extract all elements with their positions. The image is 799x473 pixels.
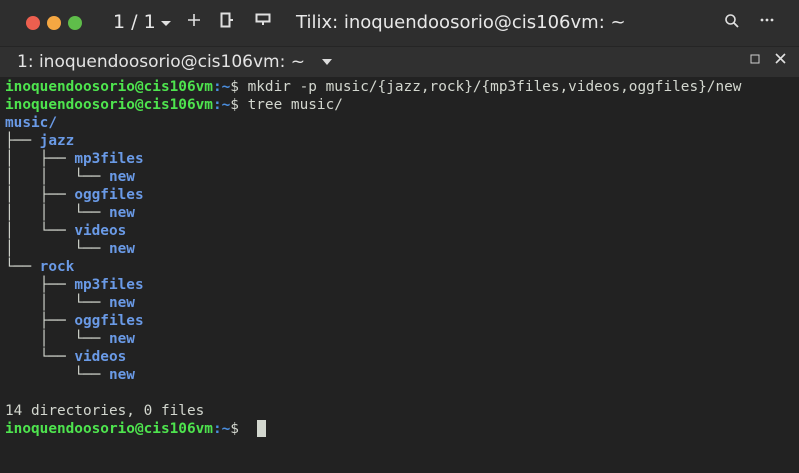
- prompt-user: inoquendoosorio@cis106vm: [5, 421, 213, 437]
- command-line: inoquendoosorio@cis106vm:~$ tree music/: [5, 96, 343, 114]
- directory-name: new: [108, 205, 135, 221]
- tree-prefix: │ └──: [5, 241, 109, 257]
- tree-line: └── new: [5, 366, 135, 384]
- window-title: Tilix: inoquendoosorio@cis106vm: ~: [296, 12, 626, 33]
- command-text: $ mkdir -p music/{jazz,rock}/{mp3files,v…: [230, 79, 742, 95]
- directory-name: oggfiles: [74, 313, 144, 329]
- tree-line: │ ├── mp3files: [5, 150, 144, 168]
- tree-line: ├── oggfiles: [5, 312, 144, 330]
- directory-name: music/: [5, 115, 57, 131]
- tree-line: └── rock: [5, 258, 74, 276]
- chevron-down-icon[interactable]: [322, 59, 332, 65]
- close-icon[interactable]: [775, 53, 786, 67]
- prompt-path: :~: [212, 421, 231, 437]
- directory-name: new: [108, 169, 135, 185]
- tree-prefix: │ └──: [5, 223, 75, 239]
- directory-name: oggfiles: [74, 187, 144, 203]
- directory-name: new: [108, 241, 135, 257]
- tree-prefix: ├──: [5, 313, 75, 329]
- tree-line: │ └── new: [5, 330, 135, 348]
- prompt-path: :~: [212, 97, 231, 113]
- prompt-user: inoquendoosorio@cis106vm: [5, 97, 213, 113]
- tree-prefix: ├──: [5, 133, 40, 149]
- tree-summary: 14 directories, 0 files: [5, 403, 205, 419]
- prompt-symbol: $: [230, 421, 239, 437]
- minimize-window-button[interactable]: [47, 16, 61, 30]
- text-cursor: [257, 420, 266, 437]
- plus-icon[interactable]: [187, 12, 201, 32]
- prompt-path: :~: [212, 79, 231, 95]
- tree-prefix: │ ├──: [5, 187, 75, 203]
- tree-prefix: │ └──: [5, 295, 109, 311]
- tree-prefix: │ ├──: [5, 151, 75, 167]
- tree-line: │ │ └── new: [5, 168, 135, 186]
- close-window-button[interactable]: [26, 16, 40, 30]
- chevron-down-icon[interactable]: [160, 14, 172, 34]
- maximize-window-button[interactable]: [68, 16, 82, 30]
- tree-prefix: ├──: [5, 277, 75, 293]
- maximize-icon[interactable]: [750, 53, 760, 67]
- command-line: inoquendoosorio@cis106vm:~$ mkdir -p mus…: [5, 78, 741, 96]
- tree-prefix: │ │ └──: [5, 205, 109, 221]
- tree-prefix: └──: [5, 367, 109, 383]
- tree-line: ├── jazz: [5, 132, 74, 150]
- active-prompt[interactable]: inoquendoosorio@cis106vm:~$: [5, 420, 239, 438]
- directory-name: videos: [74, 349, 127, 365]
- search-icon[interactable]: [724, 13, 740, 34]
- tree-prefix: └──: [5, 259, 40, 275]
- split-right-icon[interactable]: [220, 12, 234, 33]
- directory-name: videos: [74, 223, 127, 239]
- tree-line: │ └── new: [5, 294, 135, 312]
- more-icon[interactable]: [759, 12, 775, 33]
- tree-line: music/: [5, 114, 57, 132]
- tree-line: │ └── new: [5, 240, 135, 258]
- directory-name: jazz: [39, 133, 75, 149]
- tree-line: │ ├── oggfiles: [5, 186, 144, 204]
- tree-line: │ │ └── new: [5, 204, 135, 222]
- tree-line: └── videos: [5, 348, 127, 366]
- terminal-tab-title[interactable]: 1: inoquendoosorio@cis106vm: ~: [17, 52, 305, 72]
- session-counter[interactable]: 1 / 1: [113, 11, 156, 33]
- command-text: $ tree music/: [230, 97, 343, 113]
- terminal-tab-bar: 1: inoquendoosorio@cis106vm: ~: [0, 46, 799, 77]
- prompt-user: inoquendoosorio@cis106vm: [5, 79, 213, 95]
- directory-name: mp3files: [74, 151, 144, 167]
- tree-line: ├── mp3files: [5, 276, 144, 294]
- directory-name: new: [108, 367, 135, 383]
- title-bar: 1 / 1 Tilix: inoquendoosorio@cis106vm: ~: [0, 0, 799, 46]
- tree-prefix: │ └──: [5, 331, 109, 347]
- tree-prefix: │ │ └──: [5, 169, 109, 185]
- directory-name: new: [108, 295, 135, 311]
- directory-name: rock: [39, 259, 75, 275]
- tree-prefix: └──: [5, 349, 75, 365]
- terminal-output[interactable]: inoquendoosorio@cis106vm:~$ mkdir -p mus…: [0, 77, 799, 473]
- directory-name: mp3files: [74, 277, 144, 293]
- directory-name: new: [108, 331, 135, 347]
- split-down-icon[interactable]: [255, 12, 271, 32]
- tree-line: │ └── videos: [5, 222, 126, 240]
